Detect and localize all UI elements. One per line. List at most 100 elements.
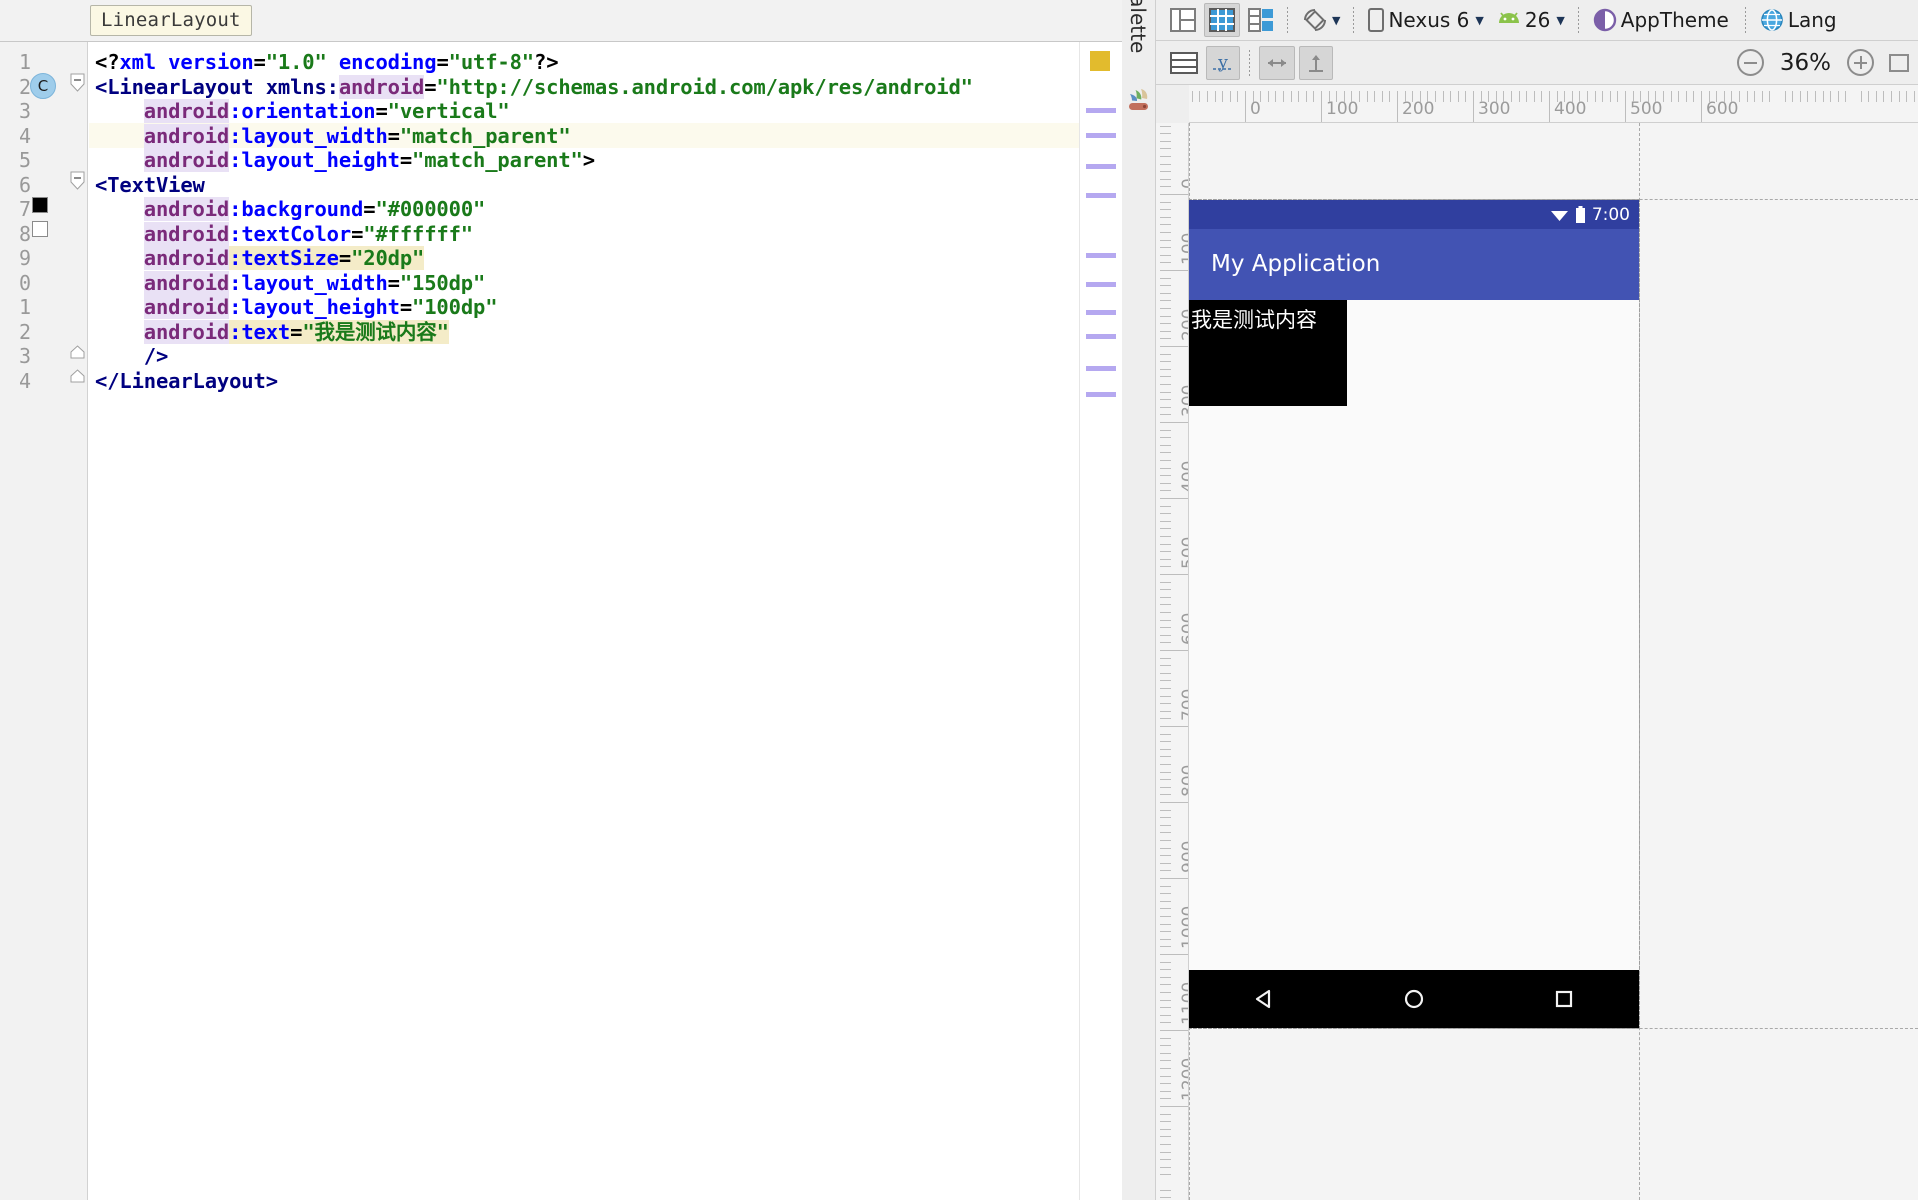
code-text-area[interactable]: <?xml version="1.0" encoding="utf-8"?> <… [89, 42, 1079, 1200]
theme-colors-icon[interactable] [1127, 88, 1151, 114]
ruler-label: 600 [1706, 99, 1739, 119]
ruler-label: 200 [1402, 99, 1435, 119]
toolbar-divider [1577, 7, 1579, 33]
theme-contrast-icon [1593, 8, 1616, 32]
toolbar-divider [1249, 49, 1250, 76]
design-toolbar-bottom: y 36% [1156, 41, 1918, 85]
split-mode-button[interactable] [1244, 3, 1278, 37]
horizontal-ruler: 0 100 200 300 400 500 600 [1189, 85, 1918, 123]
android-robot-icon [1498, 12, 1519, 23]
theme-label: AppTheme [1620, 8, 1729, 32]
home-circle-icon[interactable] [1401, 986, 1427, 1012]
code-line: </LinearLayout> [95, 368, 278, 393]
split-view-icon [1248, 8, 1273, 32]
device-guide-bottom [1189, 1028, 1918, 1029]
api-level-label: 26 [1524, 8, 1551, 32]
breadcrumb-bar: LinearLayout [0, 0, 1122, 42]
design-preview-pane: Palette ▼ Nexus 6 ▼ 26 ▼ AppTheme Lang y… [1122, 0, 1918, 1200]
fold-handle-icon[interactable] [70, 73, 85, 92]
chevron-down-icon: ▼ [1475, 13, 1484, 27]
api-selector-button[interactable]: 26 ▼ [1492, 3, 1569, 37]
line-number: 4 [18, 123, 31, 148]
color-swatch-white-icon[interactable] [32, 221, 48, 237]
zoom-level-label: 36% [1779, 49, 1831, 76]
chevron-down-icon: ▼ [1556, 13, 1565, 27]
orientation-button[interactable]: ▼ [1297, 3, 1344, 37]
battery-icon [1575, 206, 1585, 223]
fold-end-icon[interactable] [70, 369, 85, 388]
palette-label[interactable]: Palette [1126, 0, 1150, 56]
vertical-margin-button[interactable] [1299, 45, 1333, 80]
ruler-label: 600 [1179, 612, 1189, 645]
horizontal-margin-button[interactable] [1259, 45, 1295, 80]
scrollbar-marker [1086, 108, 1116, 113]
line-number: 7 [18, 197, 31, 221]
ruler-label: 0 [1250, 99, 1261, 119]
scrollbar-marker [1086, 193, 1116, 198]
ruler-label: 100 [1326, 99, 1359, 119]
device-label: Nexus 6 [1388, 8, 1470, 32]
layout-design-icon [1170, 8, 1196, 32]
blueprint-mode-button[interactable] [1204, 3, 1240, 37]
line-number: 8 [18, 221, 31, 246]
zoom-fit-button[interactable] [1882, 46, 1916, 80]
recents-square-icon[interactable] [1551, 986, 1577, 1012]
baseline-button[interactable]: y [1206, 45, 1240, 80]
layout-canvas[interactable]: 7:00 My Application 我是测试内容 [1189, 123, 1918, 1200]
editor-marker-rail[interactable] [1079, 42, 1122, 1200]
line-number: 3 [18, 99, 31, 123]
device-preview[interactable]: 7:00 My Application 我是测试内容 [1189, 199, 1640, 1029]
ruler-label: 900 [1179, 840, 1189, 873]
app-title: My Application [1211, 251, 1381, 277]
phone-icon [1368, 8, 1385, 32]
scrollbar-marker [1086, 282, 1116, 287]
android-navigation-bar [1189, 970, 1639, 1028]
ruler-label: 200 [1179, 308, 1189, 341]
back-triangle-icon[interactable] [1251, 986, 1277, 1012]
breadcrumb-linearlayout[interactable]: LinearLayout [90, 5, 252, 36]
android-studio-window: LinearLayout 1 2 3 4 5 6 7 8 9 0 1 2 3 4… [0, 0, 1918, 1200]
ruler-label: 700 [1179, 688, 1189, 721]
wifi-icon [1550, 211, 1568, 221]
scrollbar-marker [1086, 392, 1116, 397]
code-line: <?xml version="1.0" encoding="utf-8"?> [95, 50, 559, 74]
status-bar-time: 7:00 [1591, 204, 1630, 225]
blueprint-grid-icon [1209, 8, 1235, 32]
scrollbar-marker [1086, 133, 1116, 138]
fold-handle-icon[interactable] [70, 171, 85, 190]
theme-selector-button[interactable]: AppTheme [1588, 3, 1736, 37]
fold-end-icon[interactable] [70, 345, 85, 364]
android-status-bar: 7:00 [1189, 200, 1639, 229]
design-mode-button[interactable] [1166, 3, 1200, 37]
line-number: 0 [18, 270, 31, 295]
warning-indicator[interactable] [1090, 51, 1110, 71]
color-swatch-black-icon[interactable] [32, 197, 48, 213]
line-number: 6 [18, 172, 31, 197]
ruler-label: 100 [1179, 232, 1189, 265]
locale-label: Lang [1787, 8, 1837, 32]
scrollbar-marker [1086, 310, 1116, 315]
code-line: android:textColor="#ffffff" [143, 221, 473, 246]
ruler-label: 500 [1179, 536, 1189, 569]
zoom-in-icon [1847, 49, 1874, 76]
code-line: android:layout_width="match_parent" [143, 123, 571, 148]
globe-icon [1761, 9, 1783, 31]
palette-tool-strip[interactable]: Palette [1122, 0, 1156, 1200]
code-line: <TextView [95, 172, 205, 197]
preview-textview[interactable]: 我是测试内容 [1189, 300, 1347, 406]
code-line: android:layout_height="100dp" [143, 295, 498, 319]
preview-textview-text: 我是测试内容 [1191, 308, 1317, 332]
locale-selector-button[interactable]: Lang [1755, 3, 1844, 37]
ruler-label: 500 [1630, 99, 1663, 119]
device-selector-button[interactable]: Nexus 6 ▼ [1363, 3, 1487, 37]
class-marker-icon[interactable]: C [30, 73, 56, 99]
device-guide-right [1639, 123, 1640, 1200]
scrollbar-marker [1086, 164, 1116, 169]
editor-gutter[interactable]: 1 2 3 4 5 6 7 8 9 0 1 2 3 4 C [0, 42, 88, 1200]
code-line: android:background="#000000" [143, 197, 486, 221]
device-screen-button[interactable] [1166, 46, 1202, 80]
ruler-label: 1200 [1179, 1057, 1189, 1101]
zoom-out-button[interactable] [1733, 46, 1768, 80]
zoom-in-button[interactable] [1843, 46, 1878, 80]
svg-text:y: y [1217, 53, 1228, 73]
